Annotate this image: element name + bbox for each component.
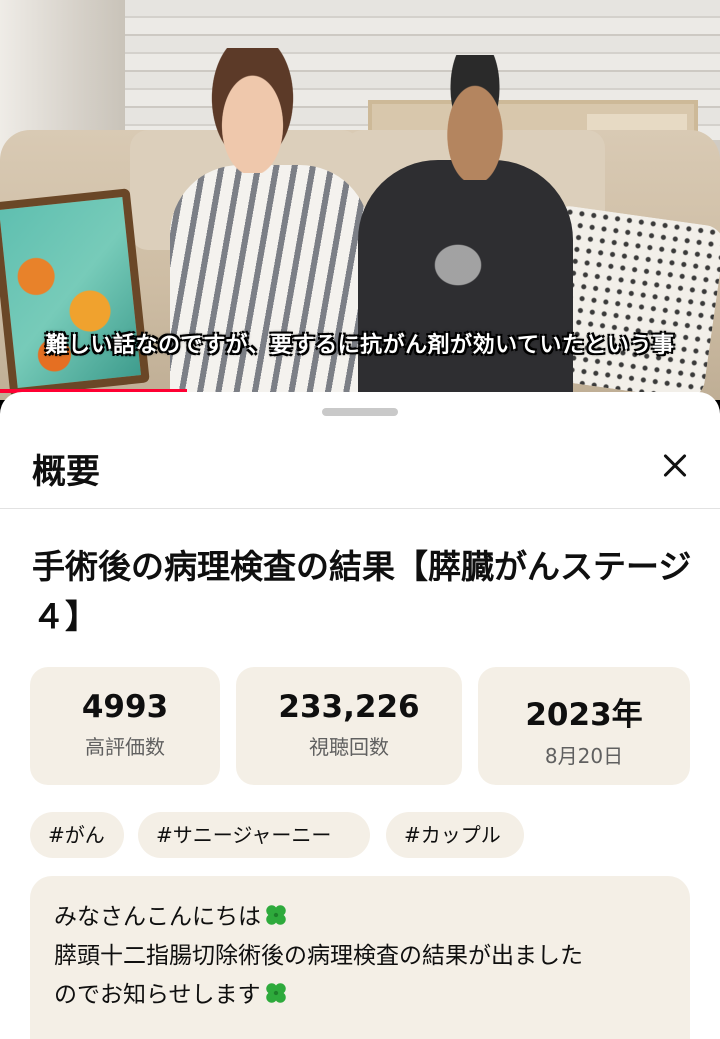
description-text: のでお知らせします	[54, 982, 261, 1008]
likes-stat: 4993 高評価数	[30, 667, 220, 785]
description-text: 膵頭十二指腸切除術後の病理検査の結果が出ました	[54, 943, 583, 969]
stats-row: 4993 高評価数 233,226 視聴回数 2023年 8月20日	[30, 667, 690, 785]
person-left-head	[205, 48, 300, 173]
hashtag-chip[interactable]: #カップル	[386, 812, 524, 858]
four-leaf-clover-icon	[265, 983, 286, 1003]
description-line: のでお知らせします	[54, 976, 666, 1015]
likes-count: 4993	[81, 689, 169, 725]
close-icon[interactable]	[650, 440, 700, 490]
publish-year: 2023年	[525, 697, 643, 733]
description-line: 膵頭十二指腸切除術後の病理検査の結果が出ました	[54, 937, 666, 976]
video-title: 手術後の病理検査の結果【膵臓がんステージ４】	[32, 547, 692, 636]
views-label: 視聴回数	[309, 735, 389, 759]
hashtag-chip[interactable]: #サニージャーニー	[138, 812, 370, 858]
video-subtitle: 難しい話なのですが、要するに抗がん剤が効いていたという事	[45, 333, 675, 358]
person-left	[170, 165, 370, 400]
header-divider	[0, 508, 720, 509]
description-sheet: 概要 手術後の病理検査の結果【膵臓がんステージ４】 4993 高評価数 233,…	[0, 392, 720, 1039]
likes-label: 高評価数	[85, 735, 165, 759]
person-right-head	[430, 55, 520, 180]
description-line: みなさんこんにちは	[54, 898, 666, 937]
description-box[interactable]: みなさんこんにちは 膵頭十二指腸切除術後の病理検査の結果が出ました のでお知らせ…	[30, 876, 690, 1039]
description-text: みなさんこんにちは	[54, 904, 261, 930]
views-count: 233,226	[278, 689, 420, 725]
video-player[interactable]: 難しい話なのですが、要するに抗がん剤が効いていたという事	[0, 0, 720, 400]
hashtag-chip[interactable]: #がん	[30, 812, 124, 858]
four-leaf-clover-icon	[266, 905, 286, 925]
publish-date: 8月20日	[544, 744, 624, 768]
sunflower-cushion	[0, 188, 150, 397]
date-stat: 2023年 8月20日	[478, 667, 690, 785]
views-stat: 233,226 視聴回数	[236, 667, 462, 785]
drag-handle[interactable]	[322, 408, 398, 416]
shirt-print	[418, 230, 498, 300]
sheet-header-title: 概要	[32, 452, 100, 492]
